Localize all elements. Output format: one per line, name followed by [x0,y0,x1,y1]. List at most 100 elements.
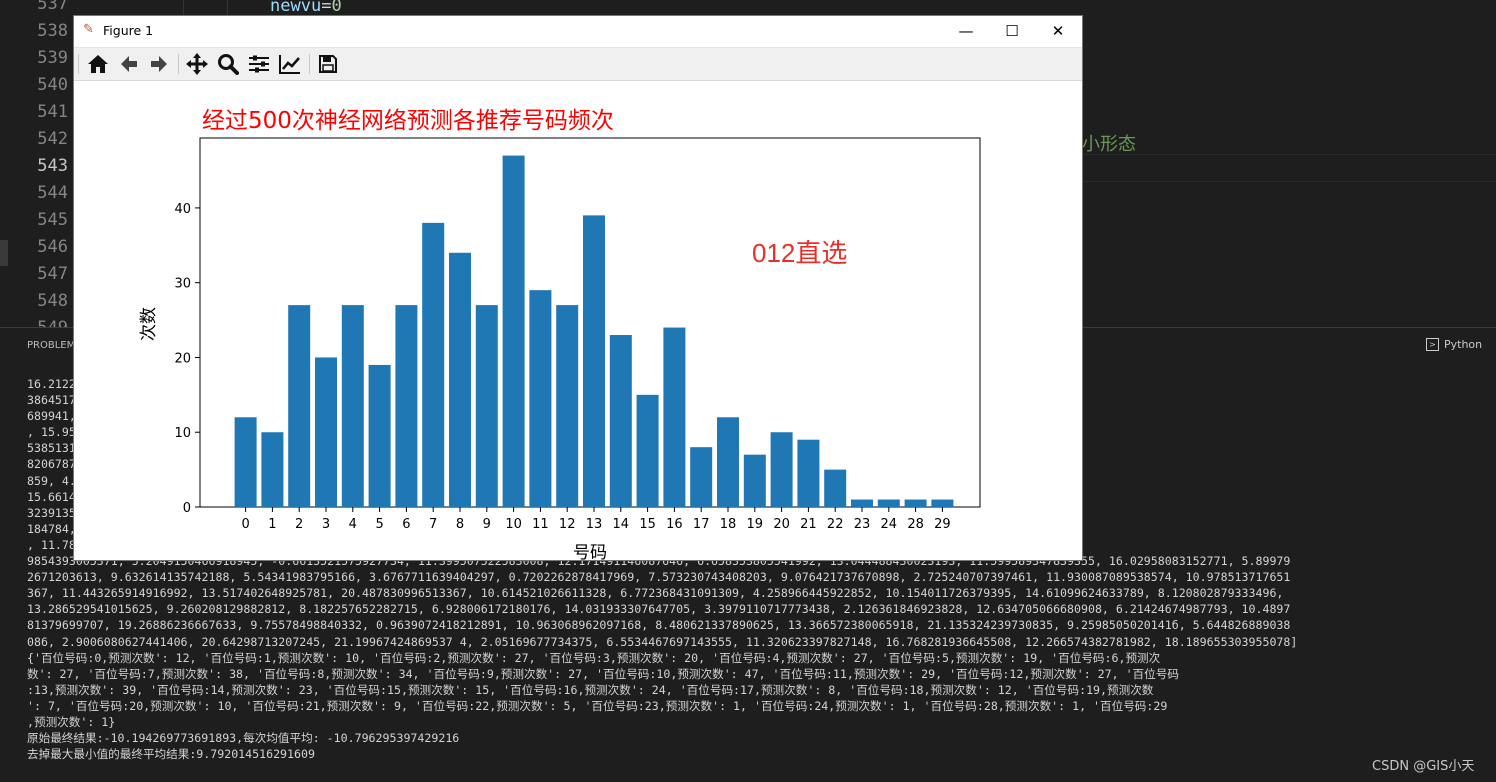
window-titlebar[interactable]: ✎ Figure 1 — ☐ ✕ [74,16,1082,46]
x-tick-label: 28 [907,517,924,532]
y-tick-label: 30 [174,277,191,292]
bar [475,305,498,507]
save-button[interactable] [315,52,341,76]
x-tick-label: 2 [295,517,303,532]
bar [877,499,900,507]
x-tick-label: 6 [402,517,410,532]
chart-title: 经过500次神经网络预测各推荐号码频次 [202,108,614,134]
x-tick-label: 5 [375,517,383,532]
bar [797,439,820,507]
watermark: CSDN @GIS小天 [1372,759,1475,774]
bar [851,499,873,507]
sliders-icon [249,55,269,73]
y-axis-label: 次数 [139,307,159,341]
y-tick-label: 10 [174,426,191,441]
y-axis: 0 10 20 30 40 [174,202,200,516]
bar [502,155,525,508]
x-tick-label: 17 [693,517,710,532]
x-tick-label: 19 [747,517,764,532]
python-label: Python [1444,338,1483,351]
bar [368,364,391,507]
current-line-highlight [1082,154,1496,182]
bar [529,290,552,507]
home-button[interactable] [85,52,111,76]
arrow-right-icon [151,56,167,72]
bar [583,215,605,508]
line-number: 546 [37,237,68,257]
x-tick-label: 22 [827,517,844,532]
bar [663,327,686,507]
y-tick-label: 0 [183,501,191,516]
x-tick-label: 20 [773,517,790,532]
line-number: 543 [37,156,68,176]
bar [261,432,284,507]
bar [931,499,954,507]
output-line: :13,预测次数': 39, '百位号码:14,预测次数': 23, '百位号码… [27,682,1154,697]
home-icon [88,55,108,73]
x-tick-label: 15 [639,517,656,532]
line-number: 539 [37,48,68,68]
bar [690,447,713,507]
move-icon [186,53,208,75]
output-line: 去掉最大最小值的最终平均结果:9.792014516291609 [27,747,315,762]
bar [395,305,418,507]
bar [422,222,445,507]
minimize-button[interactable]: — [943,16,989,46]
output-line: 367, 11.443265914916992, 13.517402648925… [27,586,1284,601]
bar [234,417,257,507]
x-tick-label: 0 [241,517,249,532]
chart-canvas[interactable]: 经过500次神经网络预测各推荐号码频次 010203040 0123456789… [74,80,1082,560]
output-line: 13.286529541015625, 9.260208129882812, 8… [27,602,1291,617]
window-title: Figure 1 [103,23,154,38]
line-number: 545 [37,210,68,230]
code-number: 0 [331,0,342,16]
bar [609,335,632,507]
forward-button[interactable] [146,52,172,76]
output-line: 原始最终结果:-10.194269773691893,每次均值平均: -10.7… [27,731,460,746]
x-tick-label: 4 [349,517,357,532]
x-tick-label: 1 [268,517,276,532]
line-number: 544 [37,183,68,203]
code-operator: = [321,0,332,16]
tab-problems[interactable]: PROBLEM [27,340,75,351]
arrow-left-icon [121,56,137,72]
floppy-disk-icon [319,55,337,73]
line-number-gutter: 537538539540541542543544545546547548549 [0,0,72,338]
line-number: 537 [37,0,68,14]
bar [288,305,311,507]
terminal-python-selector[interactable]: > Python [1426,338,1482,351]
x-axis-label: 号码 [573,543,607,560]
output-line: 数': 27, '百位号码:7,预测次数': 38, '百位号码:8,预测次数'… [27,666,1179,681]
bar [743,454,766,507]
zoom-button[interactable] [215,52,241,76]
toolbar-separator [178,54,179,74]
bar [636,394,659,507]
terminal-icon: > [1426,338,1439,351]
maximize-button[interactable]: ☐ [989,16,1035,46]
output-line: {'百位号码:0,预测次数': 12, '百位号码:1,预测次数': 10, '… [27,650,1161,665]
x-tick-label: 29 [934,517,951,532]
chart-annotation: 012直选 [752,238,847,268]
pan-button[interactable] [184,52,210,76]
toolbar-grip [78,54,79,74]
matplotlib-icon: ✎ [83,22,94,37]
line-number: 542 [37,129,68,149]
output-line: 2671203613, 9.632614135742188, 5.5434198… [27,570,1291,585]
line-number: 541 [37,102,68,122]
edit-axis-button[interactable] [277,52,303,76]
bar [315,357,337,507]
x-tick-label: 8 [456,517,464,532]
x-tick-label: 10 [505,517,522,532]
configure-subplots-button[interactable] [246,52,272,76]
x-tick-label: 13 [586,517,603,532]
bar [904,499,927,507]
output-line: ': 7, '百位号码:20,预测次数': 10, '百位号码:21,预测次数'… [27,698,1168,713]
x-tick-label: 18 [720,517,737,532]
line-chart-icon [279,55,300,74]
x-tick-label: 16 [666,517,683,532]
code-line[interactable]: newvu=0 [270,0,342,16]
bar [770,432,793,507]
close-button[interactable]: ✕ [1035,16,1081,46]
bar [824,469,847,507]
back-button[interactable] [116,52,142,76]
